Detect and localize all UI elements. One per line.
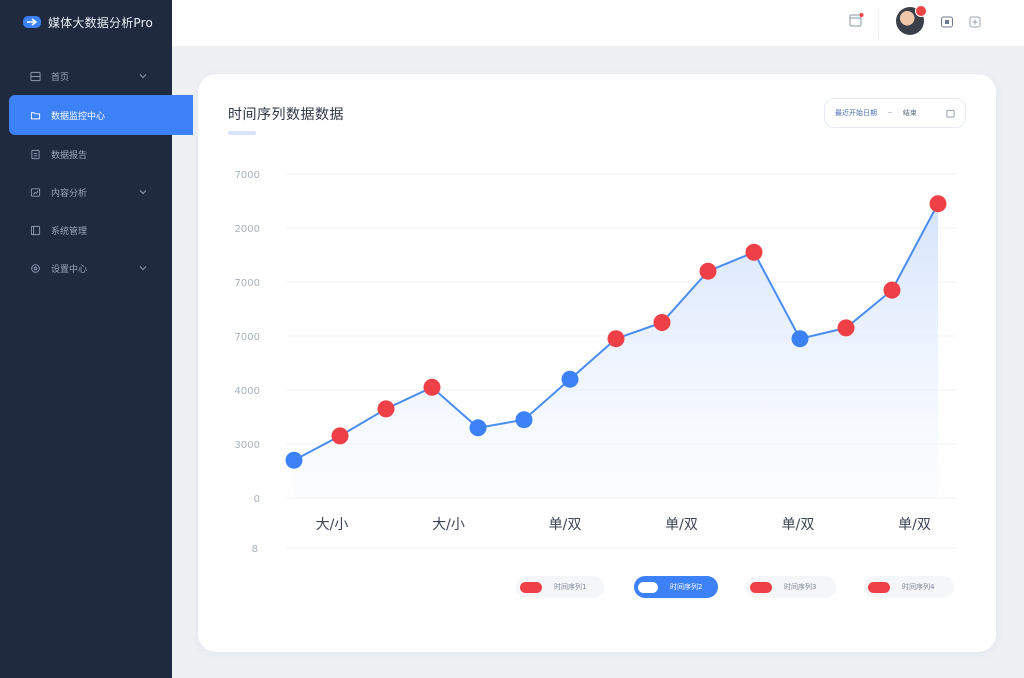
y-tick-label: 7000 xyxy=(235,278,260,289)
data-point[interactable] xyxy=(377,400,395,418)
sidebar-item-report[interactable]: 数据报告 xyxy=(0,135,172,173)
y-tick-label: 4000 xyxy=(235,386,260,397)
x-tick-label: 大/小 xyxy=(316,517,349,533)
line-chart-svg: 7000 2000 7000 7000 4000 3000 0 8 大/小 大/小 单/双 单/双 单… xyxy=(235,170,956,555)
data-point[interactable] xyxy=(285,451,303,469)
sidebar-item-label: 数据监控中心 xyxy=(51,111,106,122)
brand-name: 媒体大数据分析Pro xyxy=(48,15,154,30)
calendar-icon[interactable] xyxy=(848,12,864,28)
sidebar-item-label: 系统管理 xyxy=(51,226,88,237)
sidebar-menu: 首页 数据监控中心 数据报告 内容分析 系统管理 设置中心 xyxy=(0,57,193,287)
data-point[interactable] xyxy=(607,330,625,348)
data-point[interactable] xyxy=(331,427,349,445)
chevron-down-icon[interactable] xyxy=(138,71,148,81)
analysis-icon xyxy=(30,187,41,197)
data-point[interactable] xyxy=(883,281,901,299)
folder-icon xyxy=(30,111,41,119)
data-point[interactable] xyxy=(699,262,717,280)
system-icon xyxy=(30,225,41,235)
x-tick-label: 单/双 xyxy=(665,517,698,533)
series-area xyxy=(294,203,938,498)
sidebar-item-analysis[interactable]: 内容分析 xyxy=(0,173,172,211)
data-point[interactable] xyxy=(929,195,947,213)
x-tick-label: 单/双 xyxy=(782,517,815,533)
data-point[interactable] xyxy=(653,314,671,331)
x-tick-label: 大/小 xyxy=(432,517,465,533)
x-tick-label: 单/双 xyxy=(549,517,582,533)
data-point[interactable] xyxy=(515,411,533,429)
chevron-down-icon[interactable] xyxy=(138,263,148,273)
y-tick-label: 7000 xyxy=(235,170,260,181)
logo-icon xyxy=(23,16,41,28)
chevron-down-icon[interactable] xyxy=(138,187,148,197)
data-point[interactable] xyxy=(469,419,487,437)
report-icon xyxy=(31,149,40,159)
sidebar-item-monitor[interactable]: 数据监控中心 xyxy=(9,95,193,135)
y-tick-label: 7000 xyxy=(235,332,260,343)
expand-icon[interactable] xyxy=(968,15,982,29)
data-point[interactable] xyxy=(837,319,855,337)
y-tick-label: 8 xyxy=(252,544,258,555)
data-point[interactable] xyxy=(791,330,809,348)
help-icon[interactable] xyxy=(940,15,954,29)
sidebar-item-system[interactable]: 系统管理 xyxy=(0,211,172,249)
notification-dot xyxy=(915,5,927,17)
sidebar: 媒体大数据分析Pro 首页 数据监控中心 数据报告 内容分析 系统管理 设置中心 xyxy=(0,0,193,678)
avatar[interactable] xyxy=(896,5,927,35)
sidebar-item-label: 设置中心 xyxy=(51,264,88,275)
brand[interactable]: 媒体大数据分析Pro xyxy=(22,10,153,34)
data-point[interactable] xyxy=(745,243,763,261)
topbar xyxy=(172,0,1024,46)
x-tick-label: 单/双 xyxy=(898,517,931,533)
data-point[interactable] xyxy=(423,378,441,396)
sidebar-item-label: 内容分析 xyxy=(51,188,88,199)
sidebar-item-label: 数据报告 xyxy=(51,150,88,161)
y-tick-label: 3000 xyxy=(235,440,260,451)
sidebar-item-label: 首页 xyxy=(51,72,70,83)
settings-icon xyxy=(31,263,40,273)
data-point[interactable] xyxy=(561,370,579,388)
sidebar-item-settings[interactable]: 设置中心 xyxy=(0,249,172,287)
divider xyxy=(878,8,879,38)
y-tick-label: 0 xyxy=(254,494,260,505)
line-chart: 7000 2000 7000 7000 4000 3000 0 8 大/小 大/小 单/双 单/双 单… xyxy=(198,74,996,652)
y-tick-label: 2000 xyxy=(235,224,260,235)
sidebar-item-home[interactable]: 首页 xyxy=(0,57,172,95)
home-icon xyxy=(30,71,41,81)
